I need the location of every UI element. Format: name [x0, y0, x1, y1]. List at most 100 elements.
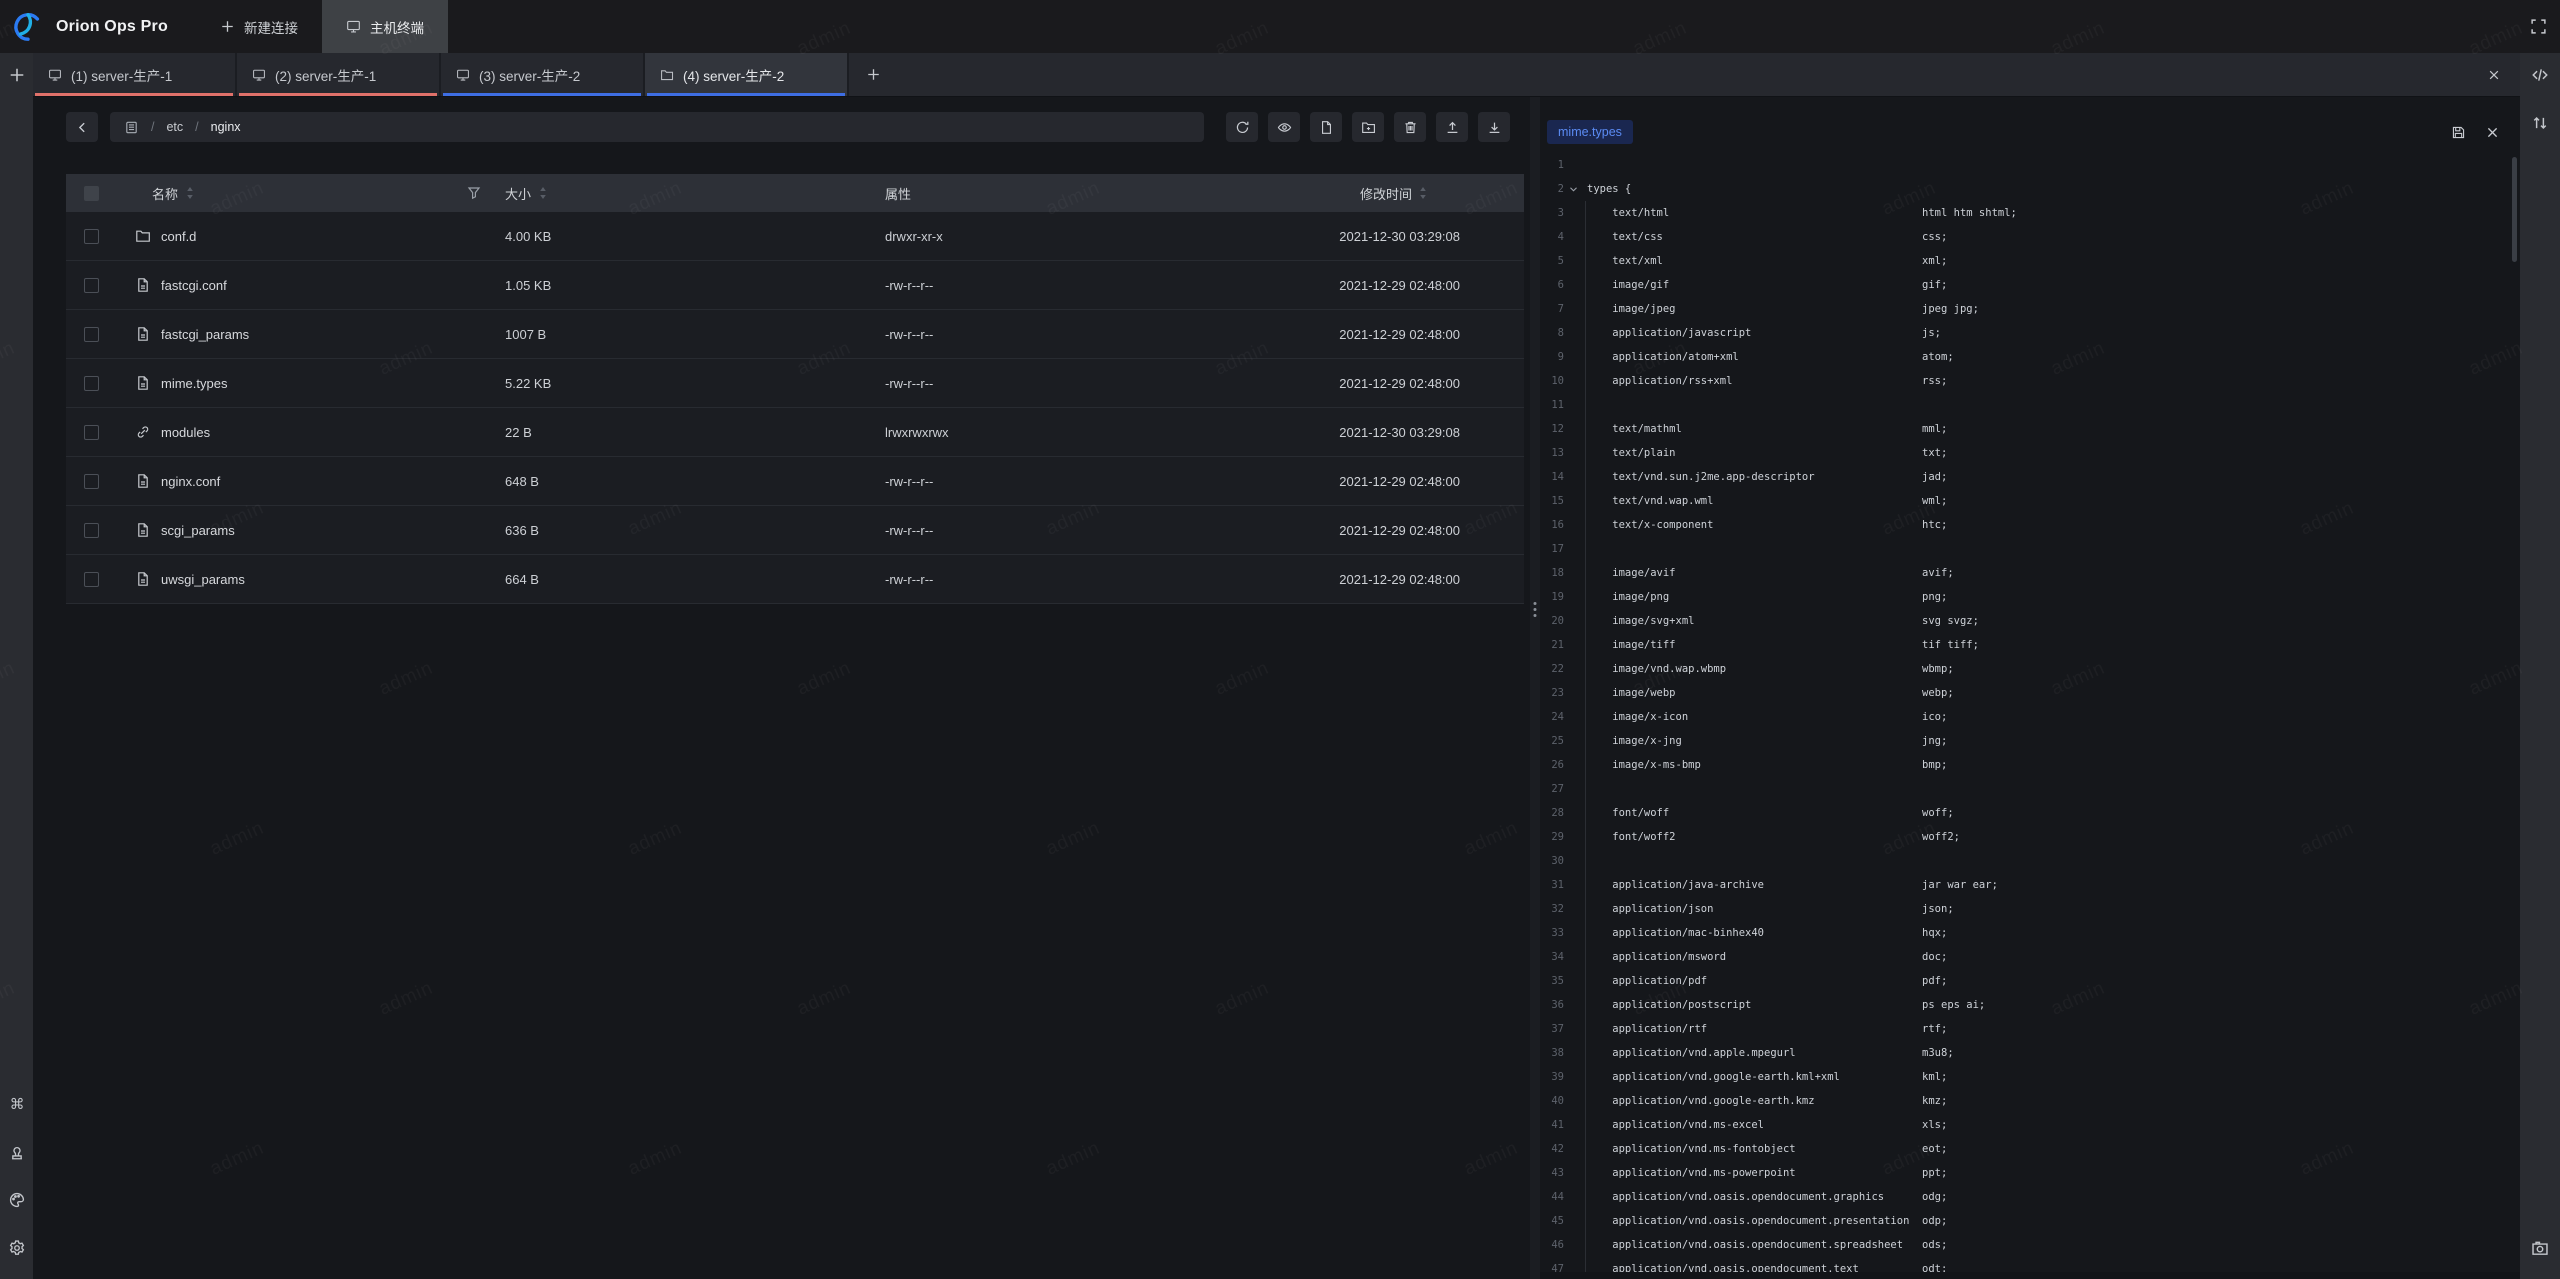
editor-line: 25 image/x-jng jng;	[1540, 729, 2520, 753]
editor-line: 41 application/vnd.ms-excel xls;	[1540, 1113, 2520, 1137]
breadcrumb[interactable]: /etc/nginx	[110, 112, 1204, 142]
upload-button[interactable]	[1436, 112, 1468, 142]
session-tab-2[interactable]: (2) server-生产-1	[237, 53, 441, 96]
terminal-icon	[346, 19, 361, 34]
row-checkbox[interactable]	[84, 523, 99, 538]
file-row-modules[interactable]: modules22 Blrwxrwxrwx2021-12-30 03:29:08	[66, 408, 1524, 457]
row-checkbox[interactable]	[84, 425, 99, 440]
file-row-fastcgi.conf[interactable]: fastcgi.conf1.05 KB-rw-r--r--2021-12-29 …	[66, 261, 1524, 310]
session-tab-label: (2) server-生产-1	[275, 65, 376, 85]
panel-splitter[interactable]	[1530, 97, 1540, 1279]
editor-line: 44 application/vnd.oasis.opendocument.gr…	[1540, 1185, 2520, 1209]
preview-button[interactable]	[1268, 112, 1300, 142]
left-rail-settings-button[interactable]	[8, 1239, 26, 1257]
column-header-name[interactable]: 名称	[116, 184, 486, 203]
code-text: application/postscript ps eps ai;	[1582, 993, 1985, 1017]
filter-icon[interactable]	[466, 185, 482, 201]
add-session-tab-button[interactable]	[849, 53, 897, 96]
right-rail-transfer-list-button[interactable]	[2531, 114, 2549, 132]
editor-close-button[interactable]	[2485, 125, 2500, 140]
editor-body[interactable]: 12types {3 text/html html htm shtml;4 te…	[1540, 153, 2520, 1279]
left-rail-add-button[interactable]	[8, 66, 26, 84]
editor-line: 6 image/gif gif;	[1540, 273, 2520, 297]
file-table-header: 名称大小属性修改时间	[66, 174, 1524, 212]
line-number: 44	[1540, 1185, 1564, 1209]
close-icon	[2487, 68, 2501, 82]
code-text: application/vnd.google-earth.kmz kmz;	[1582, 1089, 1947, 1113]
sort-icon[interactable]	[186, 186, 195, 200]
row-checkbox[interactable]	[84, 229, 99, 244]
left-rail-shortcuts-button[interactable]: ⌘	[8, 1095, 26, 1113]
right-rail-code-view-button[interactable]	[2531, 66, 2549, 84]
new-folder-button[interactable]	[1352, 112, 1384, 142]
right-rail-screenshot-button[interactable]	[2531, 1239, 2549, 1257]
file-row-nginx.conf[interactable]: nginx.conf648 B-rw-r--r--2021-12-29 02:4…	[66, 457, 1524, 506]
editor-save-button[interactable]	[2451, 125, 2466, 140]
close-all-tabs-button[interactable]	[2468, 53, 2520, 96]
row-checkbox[interactable]	[84, 278, 99, 293]
back-button[interactable]	[66, 112, 98, 142]
file-row-uwsgi_params[interactable]: uwsgi_params664 B-rw-r--r--2021-12-29 02…	[66, 555, 1524, 604]
line-number: 1	[1540, 153, 1564, 177]
editor-line: 26 image/x-ms-bmp bmp;	[1540, 753, 2520, 777]
fold-gutter	[1564, 1017, 1582, 1041]
editor-line: 11	[1540, 393, 2520, 417]
top-menu-new-connection[interactable]: 新建连接	[196, 0, 322, 53]
file-row-mime.types[interactable]: mime.types5.22 KB-rw-r--r--2021-12-29 02…	[66, 359, 1524, 408]
breadcrumb-segment[interactable]: nginx	[211, 120, 241, 134]
code-text: text/mathml mml;	[1582, 417, 1947, 441]
sort-icon[interactable]	[539, 186, 548, 200]
editor-line: 45 application/vnd.oasis.opendocument.pr…	[1540, 1209, 2520, 1233]
line-number: 27	[1540, 777, 1564, 801]
row-checkbox[interactable]	[84, 376, 99, 391]
fullscreen-button[interactable]	[2516, 0, 2560, 53]
file-row-conf.d[interactable]: conf.d4.00 KBdrwxr-xr-x2021-12-30 03:29:…	[66, 212, 1524, 261]
editor-scrollbar-thumb[interactable]	[2512, 157, 2517, 262]
line-number: 23	[1540, 681, 1564, 705]
upload-icon	[1445, 120, 1460, 135]
row-checkbox[interactable]	[84, 327, 99, 342]
file-row-scgi_params[interactable]: scgi_params636 B-rw-r--r--2021-12-29 02:…	[66, 506, 1524, 555]
file-row-fastcgi_params[interactable]: fastcgi_params1007 B-rw-r--r--2021-12-29…	[66, 310, 1524, 359]
row-checkbox[interactable]	[84, 572, 99, 587]
session-tab-3[interactable]: (3) server-生产-2	[441, 53, 645, 96]
fold-gutter	[1564, 321, 1582, 345]
fold-gutter	[1564, 369, 1582, 393]
editor-line: 15 text/vnd.wap.wml wml;	[1540, 489, 2520, 513]
top-menu-host-terminal[interactable]: 主机终端	[322, 0, 448, 53]
refresh-button[interactable]	[1226, 112, 1258, 142]
select-all-checkbox[interactable]	[84, 186, 99, 201]
fold-gutter	[1564, 1089, 1582, 1113]
delete-button[interactable]	[1394, 112, 1426, 142]
fold-gutter	[1564, 1233, 1582, 1257]
session-tab-4[interactable]: (4) server-生产-2	[645, 53, 849, 96]
fold-gutter	[1564, 777, 1582, 801]
editor-line: 17	[1540, 537, 2520, 561]
column-header-attr: 属性	[866, 184, 1246, 203]
gear-icon	[8, 1239, 26, 1257]
row-checkbox[interactable]	[84, 474, 99, 489]
code-text: text/x-component htc;	[1582, 513, 1947, 537]
column-header-mtime[interactable]: 修改时间	[1246, 184, 1524, 203]
editor-line: 18 image/avif avif;	[1540, 561, 2520, 585]
editor-line: 22 image/vnd.wap.wbmp wbmp;	[1540, 657, 2520, 681]
app-window: Orion Ops Pro 新建连接主机终端 ⌘ (1) server-生产-1…	[0, 0, 2560, 1279]
left-rail-identity-button[interactable]	[8, 1143, 26, 1161]
column-header-size[interactable]: 大小	[486, 184, 866, 203]
code-text: application/vnd.google-earth.kml+xml kml…	[1582, 1065, 1947, 1089]
download-button[interactable]	[1478, 112, 1510, 142]
sort-icon[interactable]	[1419, 186, 1428, 200]
new-file-button[interactable]	[1310, 112, 1342, 142]
fold-gutter	[1564, 921, 1582, 945]
line-number: 29	[1540, 825, 1564, 849]
session-tab-1[interactable]: (1) server-生产-1	[33, 53, 237, 96]
editor-hscroll-track	[1540, 1272, 2520, 1279]
fold-toggle[interactable]	[1564, 177, 1582, 201]
swap-vertical-icon	[2531, 114, 2549, 132]
left-rail-theme-button[interactable]	[8, 1191, 26, 1209]
plus-icon	[220, 19, 235, 34]
editor-file-tab[interactable]: mime.types	[1547, 120, 1633, 144]
file-manager-toolbar: /etc/nginx	[66, 112, 1510, 142]
breadcrumb-segment[interactable]: etc	[166, 120, 183, 134]
code-text: text/css css;	[1582, 225, 1947, 249]
